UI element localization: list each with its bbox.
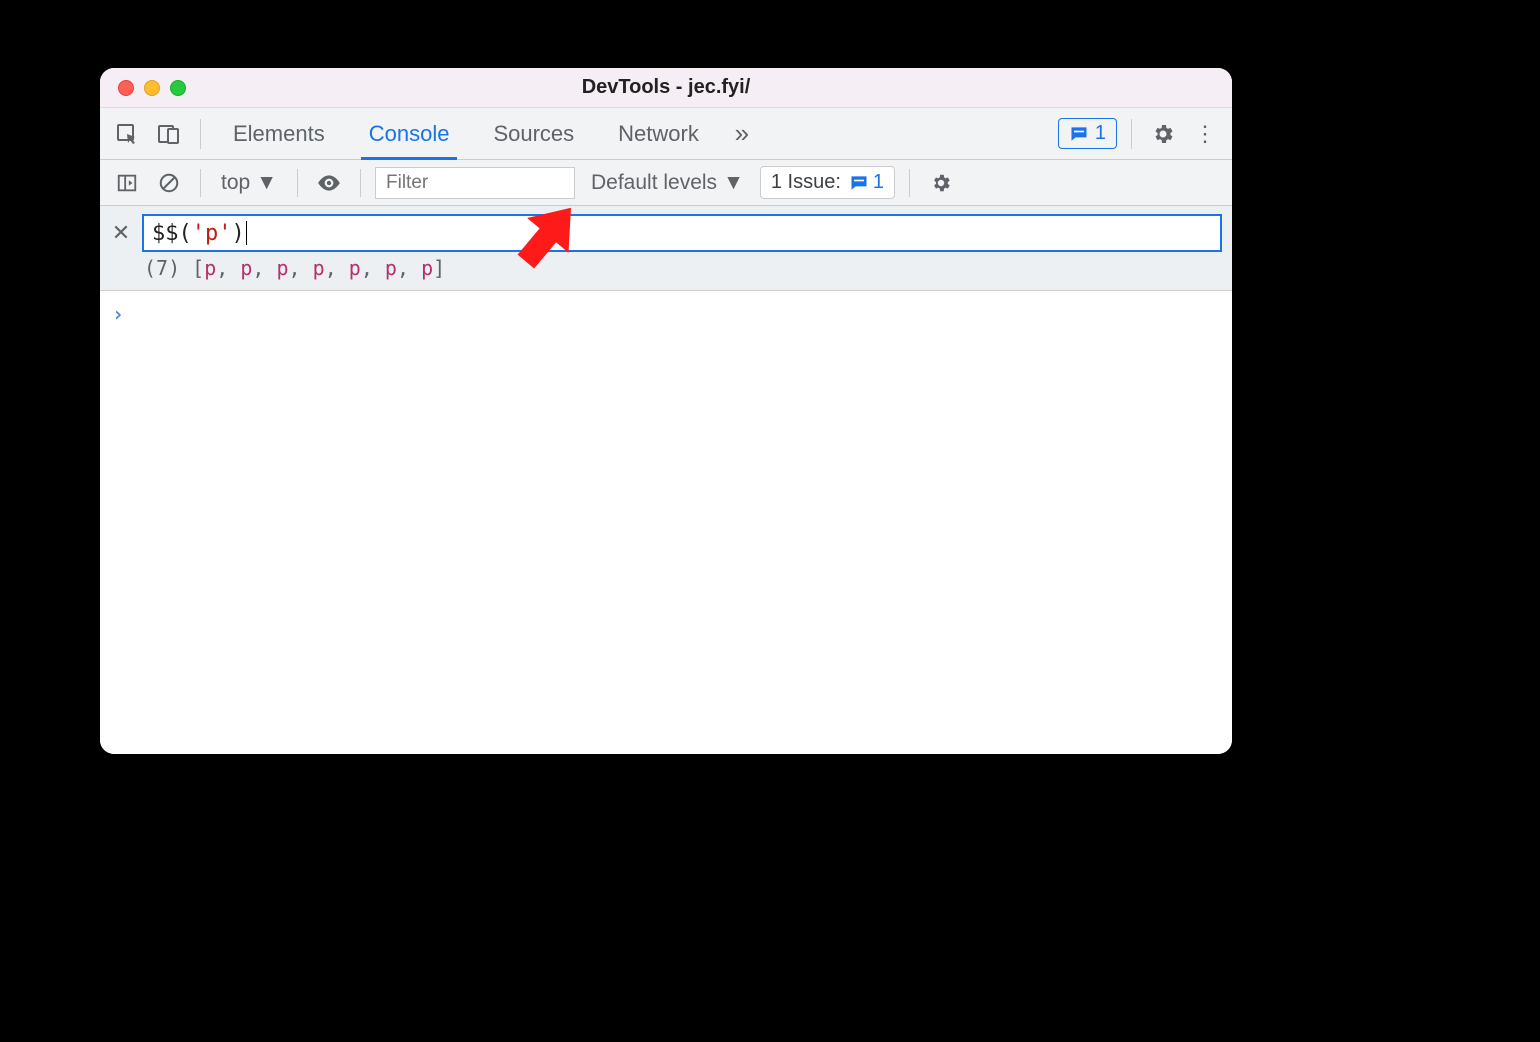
result-item[interactable]: p — [204, 256, 216, 280]
result-close-bracket: ] — [433, 256, 445, 280]
result-item[interactable]: p — [277, 256, 289, 280]
result-item[interactable]: p — [349, 256, 361, 280]
result-open-bracket: [ — [192, 256, 204, 280]
separator — [297, 169, 298, 197]
main-tab-bar: Elements Console Sources Network » 1 ⋮ — [100, 108, 1232, 160]
separator — [909, 169, 910, 197]
separator — [360, 169, 361, 197]
issues-label: 1 Issue: — [771, 171, 841, 194]
result-item[interactable]: p — [240, 256, 252, 280]
close-window-button[interactable] — [118, 80, 134, 96]
issues-button[interactable]: 1 Issue: 1 — [760, 166, 895, 199]
separator — [200, 119, 201, 149]
expr-string: 'p' — [192, 221, 232, 246]
comma: , — [397, 256, 421, 280]
comma: , — [361, 256, 385, 280]
expr-close-paren: ) — [232, 221, 245, 246]
kebab-menu-icon[interactable]: ⋮ — [1188, 117, 1222, 151]
message-icon — [1069, 124, 1089, 144]
text-caret — [246, 221, 247, 245]
tab-console[interactable]: Console — [351, 108, 468, 159]
log-levels-selector[interactable]: Default levels ▼ — [583, 171, 752, 195]
device-toggle-icon[interactable] — [152, 117, 186, 151]
comma: , — [289, 256, 313, 280]
toggle-sidebar-icon[interactable] — [110, 166, 144, 200]
expr-function: $$ — [152, 221, 179, 246]
expr-open-paren: ( — [179, 221, 192, 246]
prompt-chevron-icon: › — [112, 302, 124, 326]
result-item[interactable]: p — [421, 256, 433, 280]
live-expression-icon[interactable] — [312, 166, 346, 200]
feedback-button[interactable]: 1 — [1058, 118, 1117, 149]
console-prompt-row: › — [112, 301, 1220, 327]
console-prompt-input[interactable] — [134, 301, 1220, 327]
minimize-window-button[interactable] — [144, 80, 160, 96]
window-title: DevTools - jec.fyi/ — [100, 76, 1232, 99]
console-settings-icon[interactable] — [924, 166, 958, 200]
zoom-window-button[interactable] — [170, 80, 186, 96]
comma: , — [252, 256, 276, 280]
comma: , — [216, 256, 240, 280]
console-toolbar: top ▼ Default levels ▼ 1 Issue: 1 — [100, 160, 1232, 206]
traffic-lights — [100, 80, 186, 96]
eager-result: (7) [p, p, p, p, p, p, p] — [110, 256, 1222, 280]
devtools-window: DevTools - jec.fyi/ Elements Console Sou… — [100, 68, 1232, 754]
levels-label: Default levels — [591, 171, 717, 195]
clear-console-icon[interactable] — [152, 166, 186, 200]
feedback-count: 1 — [1095, 122, 1106, 145]
execution-context-selector[interactable]: top ▼ — [215, 171, 283, 195]
chevron-down-icon: ▼ — [256, 171, 277, 195]
result-count: (7) — [144, 256, 180, 280]
inspect-element-icon[interactable] — [110, 117, 144, 151]
filter-input[interactable] — [375, 167, 575, 199]
result-item[interactable]: p — [313, 256, 325, 280]
live-expression-input[interactable]: $$('p') — [142, 214, 1222, 252]
more-tabs-icon[interactable]: » — [725, 117, 759, 151]
window-titlebar: DevTools - jec.fyi/ — [100, 68, 1232, 108]
tab-network[interactable]: Network — [600, 108, 717, 159]
console-body: › — [100, 291, 1232, 754]
result-item[interactable]: p — [385, 256, 397, 280]
separator — [1131, 119, 1132, 149]
chevron-down-icon: ▼ — [723, 171, 744, 195]
tab-sources[interactable]: Sources — [475, 108, 592, 159]
comma: , — [325, 256, 349, 280]
settings-icon[interactable] — [1146, 117, 1180, 151]
separator — [200, 169, 201, 197]
eager-evaluation-row: ✕ $$('p') (7) [p, p, p, p, p, p, p] — [100, 206, 1232, 291]
issues-count: 1 — [873, 171, 884, 194]
message-icon — [849, 173, 869, 193]
tab-elements[interactable]: Elements — [215, 108, 343, 159]
close-icon[interactable]: ✕ — [110, 220, 132, 246]
context-label: top — [221, 171, 250, 195]
